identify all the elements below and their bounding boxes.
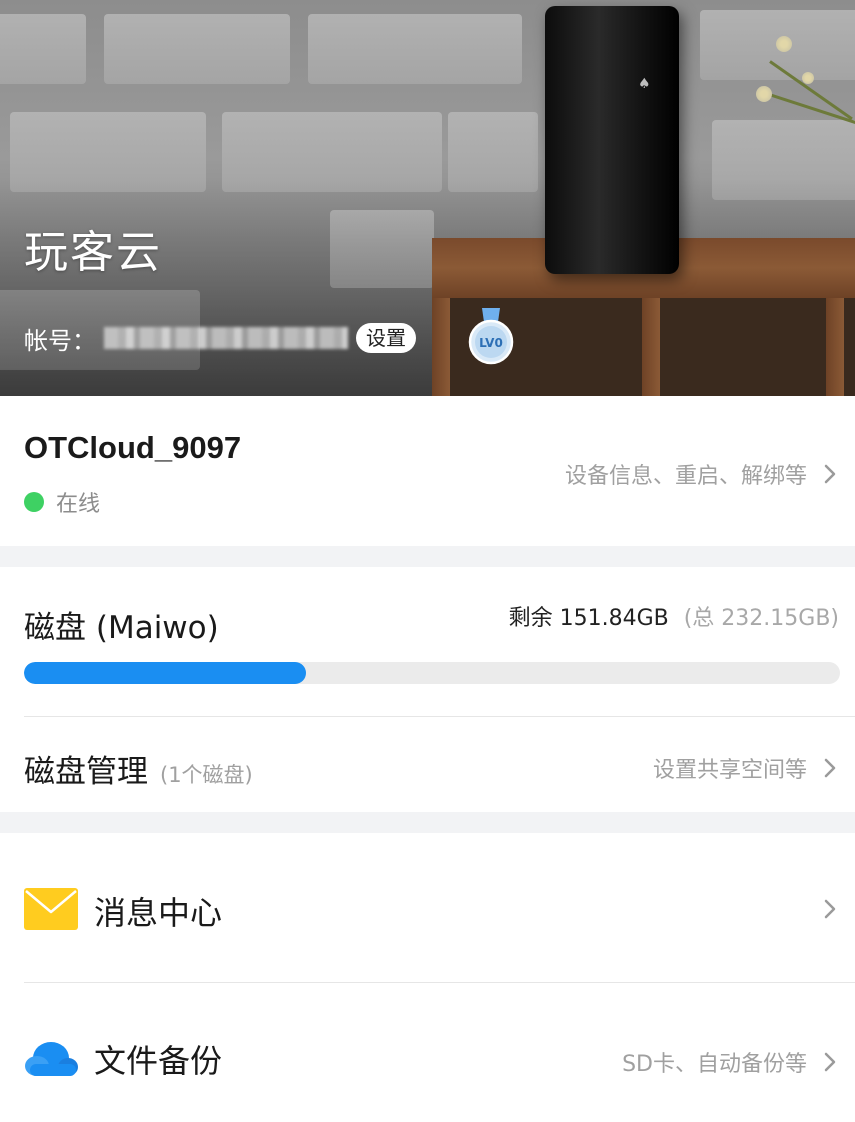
device-logo-icon: ♠ — [638, 76, 651, 92]
disk-count: (1个磁盘) — [160, 763, 253, 787]
flower — [802, 72, 814, 84]
section-gap — [0, 546, 855, 567]
disk-capacity: 剩余 151.84GB (总 232.15GB) — [509, 600, 839, 632]
device-status: 在线 — [24, 486, 100, 518]
flower — [776, 36, 792, 52]
disk-management-row[interactable]: 磁盘管理 (1个磁盘) — [24, 746, 253, 791]
disk-free-space: 剩余 151.84GB — [508, 606, 669, 631]
level-medal-icon[interactable]: LV0 — [468, 308, 514, 366]
device-photo — [545, 6, 679, 274]
message-center-label: 消息中心 — [94, 894, 223, 932]
device-settings-link[interactable]: 设备信息、重启、解绑等 — [565, 458, 841, 490]
shelf-post — [642, 298, 660, 396]
online-status-dot — [24, 492, 44, 512]
flower — [756, 86, 772, 102]
account-id-redacted — [104, 327, 348, 349]
disk-title: 磁盘 (Maiwo) — [24, 610, 219, 646]
app-title: 玩客云 — [24, 227, 162, 278]
disk-management-title: 磁盘管理 — [24, 754, 148, 790]
account-settings-button[interactable]: 设置 — [356, 323, 416, 353]
envelope-icon — [24, 888, 78, 930]
hero-banner: ♠ 玩客云 帐号： 设置 LV0 — [0, 0, 855, 396]
divider — [24, 716, 855, 717]
device-name: OTCloud_9097 — [24, 430, 242, 465]
cloud-icon — [25, 1042, 78, 1076]
disk-total-space: (总 232.15GB) — [683, 606, 839, 631]
account-row: 帐号： 设置 — [24, 318, 416, 358]
disk-usage-bar — [24, 662, 840, 684]
level-label: LV0 — [479, 336, 503, 350]
message-center-link[interactable] — [807, 898, 841, 920]
file-backup-label: 文件备份 — [94, 1042, 223, 1080]
disk-management-link[interactable]: 设置共享空间等 — [653, 752, 841, 784]
chevron-right-icon — [824, 464, 836, 484]
disk-management-hint: 设置共享空间等 — [652, 758, 807, 783]
section-gap — [0, 812, 855, 833]
shelf-post — [826, 298, 844, 396]
chevron-right-icon — [824, 758, 836, 778]
file-backup-link[interactable]: SD卡、自动备份等 — [622, 1046, 841, 1078]
status-text: 在线 — [56, 492, 101, 517]
shelf-post — [432, 298, 450, 396]
account-label: 帐号： — [24, 326, 96, 355]
chevron-right-icon — [824, 899, 836, 919]
disk-usage-fill — [24, 662, 307, 684]
file-backup-hint: SD卡、自动备份等 — [622, 1052, 807, 1077]
device-hint: 设备信息、重启、解绑等 — [564, 464, 807, 489]
chevron-right-icon — [824, 1052, 836, 1072]
